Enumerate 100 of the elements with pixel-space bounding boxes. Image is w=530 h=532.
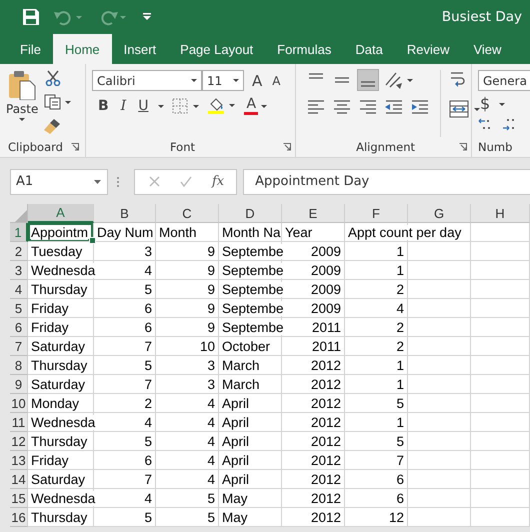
table-cell[interactable]: 2011 <box>312 320 341 334</box>
table-cell[interactable]: Friday <box>31 300 69 316</box>
table-cell[interactable]: 9 <box>207 282 215 296</box>
table-cell[interactable]: 4 <box>396 300 404 316</box>
table-cell[interactable]: 9 <box>207 262 215 278</box>
table-cell[interactable]: 2 <box>396 338 404 354</box>
row-header[interactable]: 16 <box>10 508 28 527</box>
cut-icon[interactable] <box>44 70 62 86</box>
table-cell[interactable]: Month <box>159 224 197 240</box>
ribbon-tab[interactable]: View <box>461 34 514 64</box>
table-cell[interactable]: 7 <box>144 376 152 392</box>
font-size-dropdown[interactable]: 11 <box>202 70 244 91</box>
table-cell[interactable]: Month Na <box>222 224 281 240</box>
table-cell[interactable]: Septembe <box>222 282 284 296</box>
font-name-dropdown[interactable]: Calibri <box>92 70 202 91</box>
table-cell[interactable]: 7 <box>144 338 152 354</box>
ribbon-tab[interactable]: Insert <box>112 34 168 64</box>
empty-cell[interactable] <box>408 356 471 375</box>
table-cell[interactable]: Wednesda <box>31 262 96 278</box>
table-cell[interactable]: 4 <box>207 396 215 410</box>
table-cell[interactable]: 4 <box>207 452 215 468</box>
table-cell[interactable]: 7 <box>144 472 152 486</box>
row-header[interactable]: 8 <box>10 356 28 375</box>
row-header[interactable]: 14 <box>10 470 28 489</box>
underline-button[interactable]: U <box>136 97 150 115</box>
empty-cell[interactable] <box>471 432 530 451</box>
column-header[interactable]: E <box>282 204 345 223</box>
empty-cell[interactable] <box>408 375 471 394</box>
table-cell[interactable]: Monday <box>31 396 80 410</box>
increase-font-size-button[interactable]: A <box>250 72 264 90</box>
table-cell[interactable]: 4 <box>144 414 152 430</box>
insert-function-button[interactable]: fx <box>212 174 224 189</box>
table-cell[interactable]: 2009 <box>310 244 341 258</box>
table-cell[interactable]: 2012 <box>310 376 341 392</box>
table-cell[interactable]: Septembe <box>222 262 284 278</box>
empty-cell[interactable] <box>408 489 471 508</box>
table-cell[interactable]: 1 <box>396 244 404 258</box>
column-header[interactable]: F <box>345 204 408 223</box>
table-cell[interactable]: Year <box>285 224 312 240</box>
row-header[interactable]: 2 <box>10 242 28 261</box>
table-cell[interactable]: Septembe <box>222 320 284 334</box>
row-header[interactable]: 13 <box>10 451 28 470</box>
empty-cell[interactable] <box>471 470 530 489</box>
decrease-font-size-button[interactable]: A <box>270 72 282 90</box>
empty-cell[interactable] <box>408 470 471 489</box>
fill-color-icon[interactable] <box>208 97 236 115</box>
table-cell[interactable]: 2009 <box>310 300 341 316</box>
column-header[interactable]: A <box>28 204 94 223</box>
table-cell[interactable]: 2 <box>396 320 404 334</box>
column-header[interactable]: H <box>471 204 530 223</box>
bold-button[interactable]: B <box>96 97 111 115</box>
table-cell[interactable]: May <box>222 490 248 506</box>
column-header[interactable]: G <box>408 204 471 223</box>
table-cell[interactable]: 5 <box>144 434 152 448</box>
row-header[interactable]: 4 <box>10 280 28 299</box>
table-cell[interactable]: 6 <box>144 300 152 316</box>
row-header[interactable]: 12 <box>10 432 28 451</box>
ribbon-tab[interactable]: Formulas <box>265 34 344 64</box>
empty-cell[interactable] <box>471 508 530 527</box>
table-cell[interactable]: Appointm <box>31 224 88 240</box>
table-cell[interactable]: April <box>222 434 250 448</box>
table-cell[interactable]: 5 <box>207 490 215 506</box>
row-header[interactable]: 1 <box>10 223 28 242</box>
ribbon-tab[interactable]: Home <box>52 34 112 64</box>
table-cell[interactable]: 5 <box>144 358 152 372</box>
empty-cell[interactable] <box>471 356 530 375</box>
row-header[interactable]: 9 <box>10 375 28 394</box>
table-cell[interactable]: 6 <box>396 490 404 506</box>
paste-button[interactable]: Paste <box>6 70 38 137</box>
table-cell[interactable]: 4 <box>144 490 152 506</box>
table-cell[interactable]: May <box>222 510 248 524</box>
empty-cell[interactable] <box>408 280 471 299</box>
row-header[interactable]: 5 <box>10 299 28 318</box>
table-cell[interactable]: 2012 <box>310 490 341 506</box>
table-cell[interactable]: 9 <box>207 320 215 334</box>
ribbon-tab[interactable]: Review <box>394 34 462 64</box>
table-cell[interactable]: 2009 <box>310 282 341 296</box>
dialog-launcher-icon[interactable] <box>283 143 291 151</box>
table-cell[interactable]: Thursday <box>31 510 88 524</box>
empty-cell[interactable] <box>471 375 530 394</box>
ribbon-tab[interactable]: File <box>8 34 53 64</box>
empty-cell[interactable] <box>471 451 530 470</box>
customize-icon[interactable] <box>142 12 152 22</box>
table-cell[interactable]: Thursday <box>31 282 88 296</box>
align-left-icon[interactable] <box>306 98 326 116</box>
wrap-text-icon[interactable] <box>449 70 467 88</box>
empty-cell[interactable] <box>471 413 530 432</box>
empty-cell[interactable] <box>471 489 530 508</box>
table-cell[interactable]: October <box>222 338 270 354</box>
table-cell[interactable]: 2012 <box>310 414 341 430</box>
table-cell[interactable]: Septembe <box>222 244 284 258</box>
row-header[interactable]: 11 <box>10 413 28 432</box>
number-format-dropdown[interactable]: Genera <box>478 70 530 91</box>
table-cell[interactable]: Saturday <box>31 472 86 486</box>
table-cell[interactable]: 2012 <box>310 510 341 524</box>
table-cell[interactable]: Tuesday <box>31 244 82 258</box>
table-cell[interactable]: 2012 <box>310 472 341 486</box>
empty-cell[interactable] <box>408 508 471 527</box>
table-cell[interactable]: 2012 <box>310 396 341 410</box>
table-cell[interactable]: 2009 <box>310 262 341 278</box>
